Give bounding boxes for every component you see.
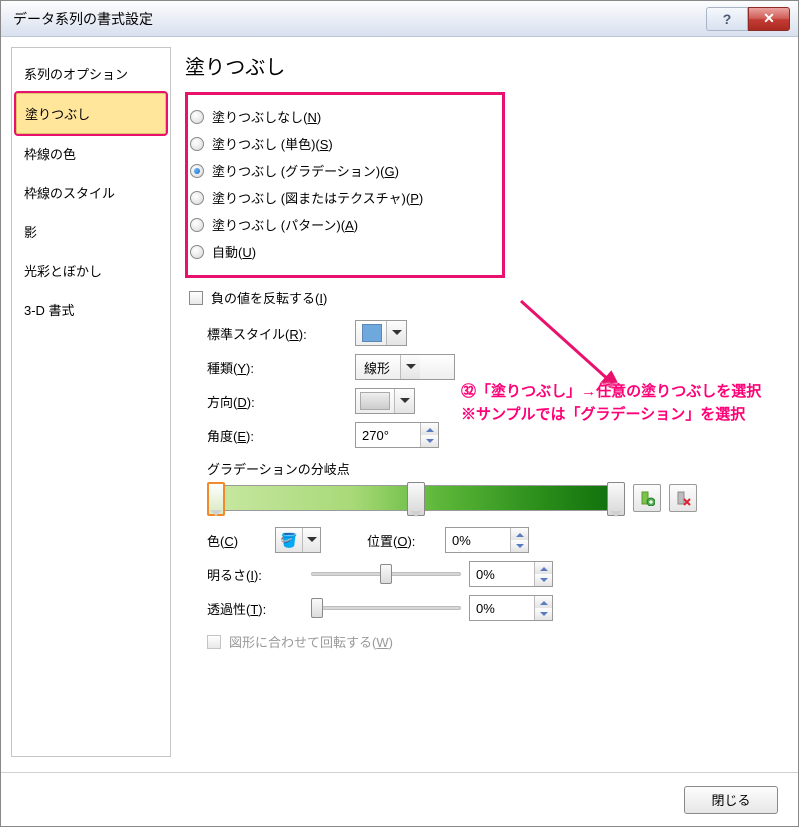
slider-thumb[interactable] — [311, 598, 323, 618]
rotate-with-shape-checkbox: 図形に合わせて回転する(W) — [207, 628, 778, 655]
content-panel: 塗りつぶし 塗りつぶしなし(N) 塗りつぶし (単色)(S) 塗りつぶし (グラ… — [181, 47, 788, 757]
radio-icon — [190, 245, 204, 259]
annotation-line2: ※サンプルでは「グラデーション」を選択 — [461, 404, 761, 427]
spinner-up-icon[interactable] — [421, 423, 438, 435]
color-picker-button[interactable]: 🪣 — [275, 527, 321, 553]
chevron-down-icon — [386, 321, 406, 345]
radio-label: 塗りつぶし (図またはテクスチャ)(P) — [212, 188, 423, 207]
spinner-down-icon[interactable] — [535, 574, 552, 586]
brightness-value: 0% — [470, 562, 534, 586]
direction-dropdown[interactable] — [355, 388, 415, 414]
paint-bucket-icon: 🪣 — [276, 532, 302, 549]
radio-pattern-fill[interactable]: 塗りつぶし (パターン)(A) — [190, 211, 492, 238]
transparency-value: 0% — [470, 596, 534, 620]
help-button[interactable]: ? — [706, 7, 748, 31]
slider-thumb[interactable] — [380, 564, 392, 584]
brightness-label: 明るさ(I): — [207, 565, 303, 584]
slider-track — [311, 606, 461, 610]
preset-swatch-icon — [362, 324, 382, 342]
fill-type-radio-group: 塗りつぶしなし(N) 塗りつぶし (単色)(S) 塗りつぶし (グラデーション)… — [185, 92, 505, 278]
close-button[interactable]: ✕ — [748, 7, 790, 31]
dialog-body: 系列のオプション 塗りつぶし 枠線の色 枠線のスタイル 影 光彩とぼかし 3-D… — [1, 37, 798, 757]
radio-solid-fill[interactable]: 塗りつぶし (単色)(S) — [190, 130, 492, 157]
checkbox-icon — [207, 635, 221, 649]
invert-negative-checkbox[interactable]: 負の値を反転する(I) — [189, 284, 778, 311]
type-dropdown[interactable]: 線形 — [355, 354, 455, 380]
radio-auto-fill[interactable]: 自動(U) — [190, 238, 492, 265]
radio-icon — [190, 191, 204, 205]
sidebar-item-3d[interactable]: 3-D 書式 — [16, 290, 166, 329]
angle-spinner[interactable]: 270° — [355, 422, 439, 448]
direction-swatch-icon — [360, 392, 390, 410]
spinner-up-icon[interactable] — [511, 528, 528, 540]
sidebar-item-border-color[interactable]: 枠線の色 — [16, 134, 166, 173]
section-heading: 塗りつぶし — [185, 51, 778, 80]
spinner-up-icon[interactable] — [535, 596, 552, 608]
titlebar: データ系列の書式設定 ? ✕ — [1, 1, 798, 37]
add-stop-button[interactable] — [633, 484, 661, 512]
radio-label: 塗りつぶし (グラデーション)(G) — [212, 161, 399, 180]
radio-label: 塗りつぶし (単色)(S) — [212, 134, 333, 153]
radio-icon — [190, 164, 204, 178]
position-value: 0% — [446, 528, 510, 552]
direction-label: 方向(D): — [207, 392, 347, 411]
preset-label: 標準スタイル(R): — [207, 324, 347, 343]
gradient-stop[interactable] — [407, 482, 425, 516]
brightness-spinner[interactable]: 0% — [469, 561, 553, 587]
transparency-spinner[interactable]: 0% — [469, 595, 553, 621]
radio-label: 塗りつぶし (パターン)(A) — [212, 215, 358, 234]
add-stop-icon — [639, 490, 655, 506]
titlebar-buttons: ? ✕ — [706, 7, 794, 31]
position-label: 位置(O): — [367, 531, 437, 550]
checkbox-label: 図形に合わせて回転する(W) — [229, 632, 393, 651]
spinner-up-icon[interactable] — [535, 562, 552, 574]
transparency-label: 透過性(T): — [207, 599, 303, 618]
sidebar-item-shadow[interactable]: 影 — [16, 212, 166, 251]
radio-gradient-fill[interactable]: 塗りつぶし (グラデーション)(G) — [190, 157, 492, 184]
annotation-line1: ㉜「塗りつぶし」→任意の塗りつぶしを選択 — [461, 381, 761, 404]
position-spinner[interactable]: 0% — [445, 527, 529, 553]
gradient-track[interactable] — [207, 485, 625, 511]
sidebar: 系列のオプション 塗りつぶし 枠線の色 枠線のスタイル 影 光彩とぼかし 3-D… — [11, 47, 171, 757]
transparency-slider[interactable] — [311, 596, 461, 620]
gradient-stop[interactable] — [607, 482, 625, 516]
gradient-stops-row — [207, 484, 697, 512]
spinner-down-icon[interactable] — [535, 608, 552, 620]
radio-icon — [190, 137, 204, 151]
remove-stop-icon — [675, 490, 691, 506]
sidebar-item-fill[interactable]: 塗りつぶし — [16, 93, 166, 134]
annotation-text: ㉜「塗りつぶし」→任意の塗りつぶしを選択 ※サンプルでは「グラデーション」を選択 — [461, 381, 761, 426]
checkbox-icon — [189, 291, 203, 305]
radio-label: 塗りつぶしなし(N) — [212, 107, 321, 126]
checkbox-label: 負の値を反転する(I) — [211, 288, 327, 307]
radio-icon — [190, 218, 204, 232]
gradient-form: 標準スタイル(R): 種類(Y): 線形 方向(D): — [207, 319, 778, 655]
radio-icon — [190, 110, 204, 124]
preset-dropdown[interactable] — [355, 320, 407, 346]
spinner-down-icon[interactable] — [421, 435, 438, 447]
color-label: 色(C) — [207, 531, 267, 550]
radio-no-fill[interactable]: 塗りつぶしなし(N) — [190, 103, 492, 130]
angle-label: 角度(E): — [207, 426, 347, 445]
window-title: データ系列の書式設定 — [13, 9, 153, 29]
chevron-down-icon — [302, 528, 320, 552]
gradient-stop[interactable] — [207, 482, 225, 516]
spinner-down-icon[interactable] — [511, 540, 528, 552]
type-label: 種類(Y): — [207, 358, 347, 377]
sidebar-item-series-options[interactable]: 系列のオプション — [16, 54, 166, 93]
remove-stop-button[interactable] — [669, 484, 697, 512]
brightness-slider[interactable] — [311, 562, 461, 586]
dialog-footer: 閉じる — [1, 772, 798, 826]
sidebar-item-glow[interactable]: 光彩とぼかし — [16, 251, 166, 290]
radio-picture-fill[interactable]: 塗りつぶし (図またはテクスチャ)(P) — [190, 184, 492, 211]
angle-value: 270° — [356, 423, 420, 447]
type-value: 線形 — [356, 358, 400, 377]
close-dialog-button[interactable]: 閉じる — [684, 786, 778, 814]
radio-label: 自動(U) — [212, 242, 256, 261]
chevron-down-icon — [400, 355, 420, 379]
sidebar-item-border-style[interactable]: 枠線のスタイル — [16, 173, 166, 212]
stops-label: グラデーションの分岐点 — [207, 459, 778, 478]
chevron-down-icon — [394, 389, 414, 413]
